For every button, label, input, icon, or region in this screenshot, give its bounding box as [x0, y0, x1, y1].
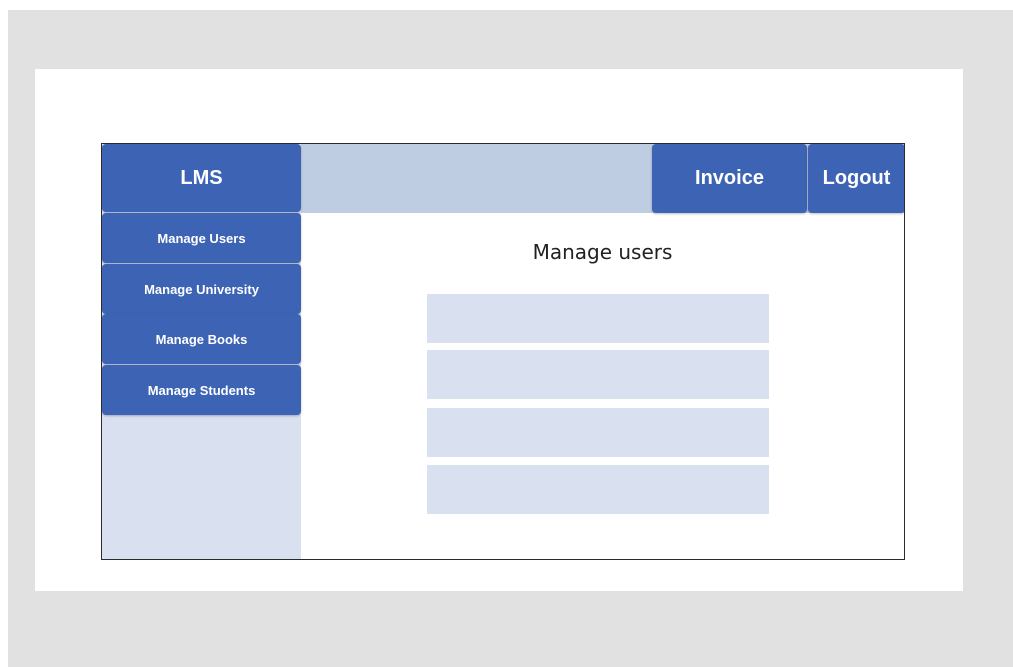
- app-window: LMS Invoice Logout Manage Users Manage U…: [101, 143, 905, 560]
- input-field-1[interactable]: [427, 294, 769, 343]
- sidebar-item-manage-books[interactable]: Manage Books: [102, 314, 301, 364]
- invoice-button[interactable]: Invoice: [652, 144, 807, 213]
- brand-logo-button[interactable]: LMS: [102, 144, 301, 212]
- logout-button[interactable]: Logout: [808, 144, 904, 213]
- sidebar-item-manage-students[interactable]: Manage Students: [102, 365, 301, 415]
- page-title: Manage users: [532, 240, 673, 264]
- sidebar-item-manage-university[interactable]: Manage University: [102, 264, 301, 314]
- sidebar-item-manage-users[interactable]: Manage Users: [102, 213, 301, 263]
- input-field-2[interactable]: [427, 350, 769, 399]
- input-field-4[interactable]: [427, 465, 769, 514]
- input-field-3[interactable]: [427, 408, 769, 457]
